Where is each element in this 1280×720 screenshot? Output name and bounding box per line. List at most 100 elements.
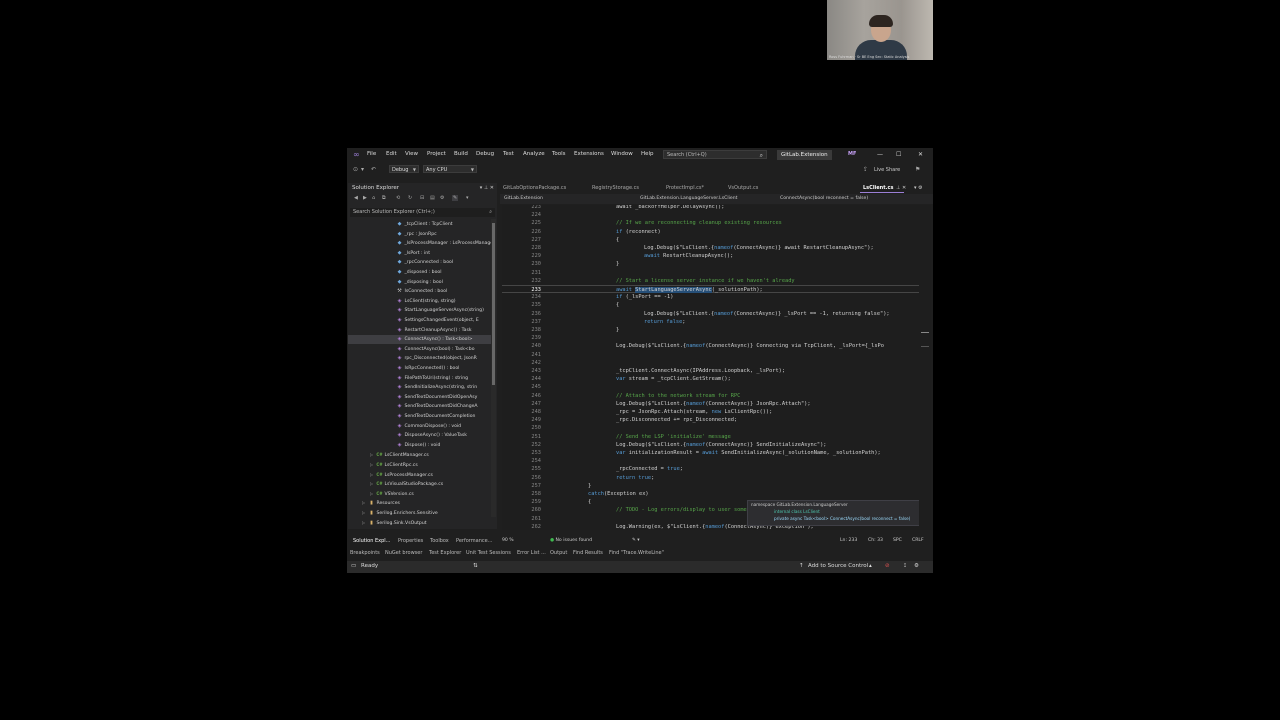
panel-pin-close-icons[interactable]: ▾ ⊥ ✕ bbox=[480, 185, 494, 191]
code-line[interactable]: 250 bbox=[502, 424, 919, 432]
settings-icon[interactable]: ⚙ bbox=[914, 563, 919, 569]
code-line[interactable]: 253 var initializationResult = await Send… bbox=[502, 449, 919, 457]
code-line[interactable]: 237 return false; bbox=[502, 318, 919, 326]
sync-icon[interactable]: ↻ bbox=[408, 195, 412, 201]
menu-file[interactable]: File bbox=[367, 151, 376, 157]
tree-item[interactable]: ◈ FilePathToUri(string) : string bbox=[348, 374, 491, 383]
code-line[interactable]: 229 await RestartCleanupAsync(); bbox=[502, 252, 919, 260]
code-line[interactable]: 248 _rpc = JsonRpc.Attach(stream, new LsC… bbox=[502, 408, 919, 416]
back-icon[interactable]: ⊙ bbox=[353, 166, 358, 173]
menu-tools[interactable]: Tools bbox=[552, 151, 566, 157]
live-share-button[interactable]: Live Share bbox=[874, 167, 900, 173]
menu-debug[interactable]: Debug bbox=[476, 151, 494, 157]
code-line[interactable]: 247 Log.Debug($"LsClient.{nameof(ConnectA… bbox=[502, 400, 919, 408]
tree-item[interactable]: ◈ CommonDispose() : void bbox=[348, 422, 491, 431]
back-icon[interactable]: ◀ bbox=[354, 195, 358, 201]
code-line[interactable]: 235 { bbox=[502, 301, 919, 309]
feedback-icon[interactable]: ⚑ bbox=[915, 166, 920, 173]
tab-overflow-icon[interactable]: ▾ ⚙ bbox=[914, 185, 923, 191]
pending-changes-icon[interactable]: ⟲ bbox=[396, 195, 400, 201]
code-line[interactable]: 238} bbox=[502, 326, 919, 334]
home-icon[interactable]: ⌂ bbox=[372, 195, 375, 201]
tree-item[interactable]: ▷ C# LsVisualStudioPackage.cs bbox=[348, 479, 491, 488]
tree-item[interactable]: ▷ C# LsClientRpc.cs bbox=[348, 460, 491, 469]
maximize-icon[interactable]: ☐ bbox=[896, 151, 901, 158]
code-line[interactable]: 256 return true; bbox=[502, 474, 919, 482]
tree-item[interactable]: ◈ SendTextDocumentCompletion bbox=[348, 412, 491, 421]
code-line[interactable]: 243 _tcpClient.ConnectAsync(IPAddress.Loo… bbox=[502, 367, 919, 375]
tree-item[interactable]: ◈ SettingsChangedEvent(object, E bbox=[348, 316, 491, 325]
code-line[interactable]: 239 bbox=[502, 334, 919, 342]
tree-item[interactable]: ◈ StartLanguageServerAsync(string) bbox=[348, 306, 491, 315]
menu-window[interactable]: Window bbox=[611, 151, 633, 157]
code-line[interactable]: 233 await StartLanguageServerAsync(_solut… bbox=[502, 285, 919, 294]
menu-test[interactable]: Test bbox=[503, 151, 514, 157]
tab-nuget-browser[interactable]: NuGet browser bbox=[385, 550, 422, 556]
code-line[interactable]: 240 Log.Debug($"LsClient.{nameof(ConnectA… bbox=[502, 342, 919, 350]
tree-item[interactable]: ◈ IsRpcConnected() : bool bbox=[348, 364, 491, 373]
code-line[interactable]: 224 bbox=[502, 211, 919, 219]
user-avatar[interactable]: MF bbox=[848, 151, 858, 159]
code-line[interactable]: 226 if (reconnect) bbox=[502, 228, 919, 236]
type-dropdown[interactable]: GitLab.Extension.LanguageServer.LsClient bbox=[640, 195, 780, 203]
code-line[interactable]: 252 Log.Debug($"LsClient.{nameof(ConnectA… bbox=[502, 441, 919, 449]
tab-gitlaboptionspackage[interactable]: GitLabOptionsPackage.cs bbox=[503, 185, 566, 191]
tab-output[interactable]: Output bbox=[550, 550, 567, 556]
menu-edit[interactable]: Edit bbox=[386, 151, 397, 157]
tree-item[interactable]: ◈ SendInitializeAsync(string, strin bbox=[348, 383, 491, 392]
tree-item[interactable]: ▷ C# LsClientManager.cs bbox=[348, 450, 491, 459]
forward-icon[interactable]: ▶ bbox=[363, 195, 367, 201]
tab-test-explorer[interactable]: Test Explorer bbox=[429, 550, 461, 556]
tree-item[interactable]: ◆ _disposing : bool bbox=[348, 278, 491, 287]
more-icon[interactable]: ▾ bbox=[466, 195, 469, 201]
live-share-icon[interactable]: ⇪ bbox=[863, 166, 868, 173]
menu-help[interactable]: Help bbox=[641, 151, 654, 157]
solution-name-badge[interactable]: GitLab.Extension bbox=[777, 150, 832, 160]
git-icon[interactable]: ⟟ bbox=[904, 563, 906, 570]
tab-performance[interactable]: Performance... bbox=[456, 538, 492, 544]
tree-item[interactable]: ◈ ConnectAsync(bool) : Task<bo bbox=[348, 345, 491, 354]
menu-project[interactable]: Project bbox=[427, 151, 446, 157]
zoom-level[interactable]: 90 % bbox=[502, 538, 514, 543]
menu-extensions[interactable]: Extensions bbox=[574, 151, 604, 157]
tree-item[interactable]: ◆ _disposed : bool bbox=[348, 268, 491, 277]
code-line[interactable]: 241 bbox=[502, 351, 919, 359]
tab-vsoutput[interactable]: VsOutput.cs bbox=[728, 185, 758, 191]
issues-indicator[interactable]: ● No issues found bbox=[550, 538, 592, 543]
whitespace-indicator[interactable]: SPC bbox=[893, 538, 902, 543]
tree-item[interactable]: ◆ _rpcConnected : bool bbox=[348, 258, 491, 267]
line-ending-indicator[interactable]: CRLF bbox=[912, 538, 924, 543]
tree-item[interactable]: ⚒ IsConnected : bool bbox=[348, 287, 491, 296]
navigate-dropdown-icon[interactable]: ▾ bbox=[361, 166, 364, 173]
tree-item[interactable]: ◈ DisposeAsync() : ValueTask bbox=[348, 431, 491, 440]
tree-item[interactable]: ▷ C# LsProcessManager.cs bbox=[348, 470, 491, 479]
tab-toolbox[interactable]: Toolbox bbox=[430, 538, 449, 544]
code-line[interactable]: 249 _rpc.Disconnected += rpc_Disconnected… bbox=[502, 416, 919, 424]
project-dropdown[interactable]: GitLab.Extension bbox=[504, 195, 624, 203]
minimize-icon[interactable]: — bbox=[877, 151, 883, 158]
tree-item[interactable]: ◈ RestartCleanupAsync() : Task bbox=[348, 326, 491, 335]
tab-properties[interactable]: Properties bbox=[398, 538, 423, 544]
configuration-dropdown[interactable]: Debug ▼ bbox=[389, 165, 419, 173]
tab-solution-explorer[interactable]: Solution Expl... bbox=[353, 538, 390, 544]
tree-item[interactable]: ◆ _rpc : JsonRpc bbox=[348, 230, 491, 239]
quick-actions-icon[interactable]: ✎ ▾ bbox=[632, 538, 640, 543]
code-line[interactable]: 227 { bbox=[502, 236, 919, 244]
code-line[interactable]: 255 _rpcConnected = true; bbox=[502, 465, 919, 473]
tab-pin-close-icons[interactable]: ⊥ ✕ bbox=[896, 185, 906, 191]
switch-views-icon[interactable]: ⧉ bbox=[382, 195, 386, 201]
tree-item[interactable]: ◈ LsClient(string, string) bbox=[348, 297, 491, 306]
tab-unit-test-sessions[interactable]: Unit Test Sessions bbox=[466, 550, 511, 556]
solution-explorer-scrollbar[interactable] bbox=[491, 219, 496, 517]
errors-icon[interactable]: ⊘ bbox=[885, 563, 890, 569]
tab-lsclient[interactable]: LsClient.cs bbox=[863, 185, 893, 191]
collapse-all-icon[interactable]: ⊟ bbox=[420, 195, 424, 201]
tree-item[interactable]: ◈ rpc_Disconnected(object, JsonR bbox=[348, 354, 491, 363]
solution-explorer-search-input[interactable]: Search Solution Explorer (Ctrl+;) ⌕ bbox=[350, 208, 495, 217]
tab-breakpoints[interactable]: Breakpoints bbox=[350, 550, 380, 556]
member-dropdown[interactable]: ConnectAsync(bool reconnect = false) bbox=[780, 195, 920, 203]
undo-icon[interactable]: ↶ bbox=[371, 166, 376, 173]
preview-selected-icon[interactable]: ✎ bbox=[452, 195, 459, 201]
tree-item[interactable]: ▷ C# VSVersion.cs bbox=[348, 489, 491, 498]
tree-item[interactable]: ◆ _lsPort : int bbox=[348, 249, 491, 258]
